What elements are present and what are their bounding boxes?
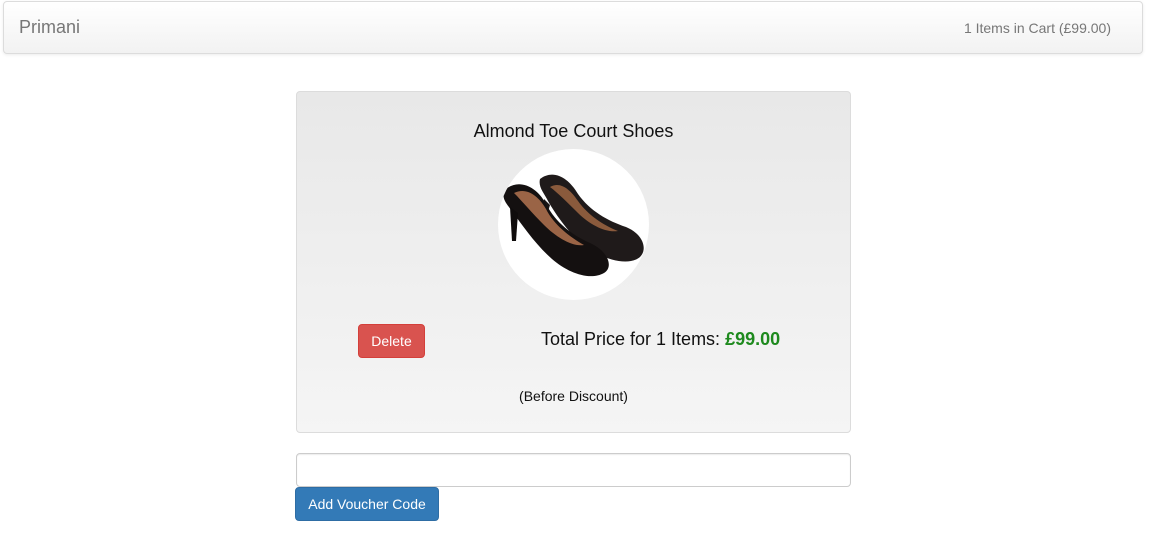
add-voucher-button[interactable]: Add Voucher Code — [295, 487, 439, 521]
total-price-line: Total Price for 1 Items: £99.00 — [541, 329, 780, 350]
shoe-image — [498, 149, 649, 300]
product-title: Almond Toe Court Shoes — [473, 121, 674, 141]
cart-item-card: Almond Toe Court Shoes Delete Total Pric… — [296, 91, 851, 433]
shoe-icon — [503, 174, 644, 277]
delete-button[interactable]: Delete — [358, 324, 425, 358]
total-price: £99.00 — [725, 329, 781, 349]
total-label: Total Price for 1 Items: — [541, 329, 721, 349]
voucher-code-input[interactable] — [296, 453, 851, 487]
brand-link[interactable]: Primani — [19, 17, 80, 38]
navbar: Primani 1 Items in Cart (£99.00) — [3, 1, 1143, 54]
cart-summary: 1 Items in Cart (£99.00) — [963, 20, 1111, 36]
discount-note: (Before Discount) — [519, 388, 628, 404]
